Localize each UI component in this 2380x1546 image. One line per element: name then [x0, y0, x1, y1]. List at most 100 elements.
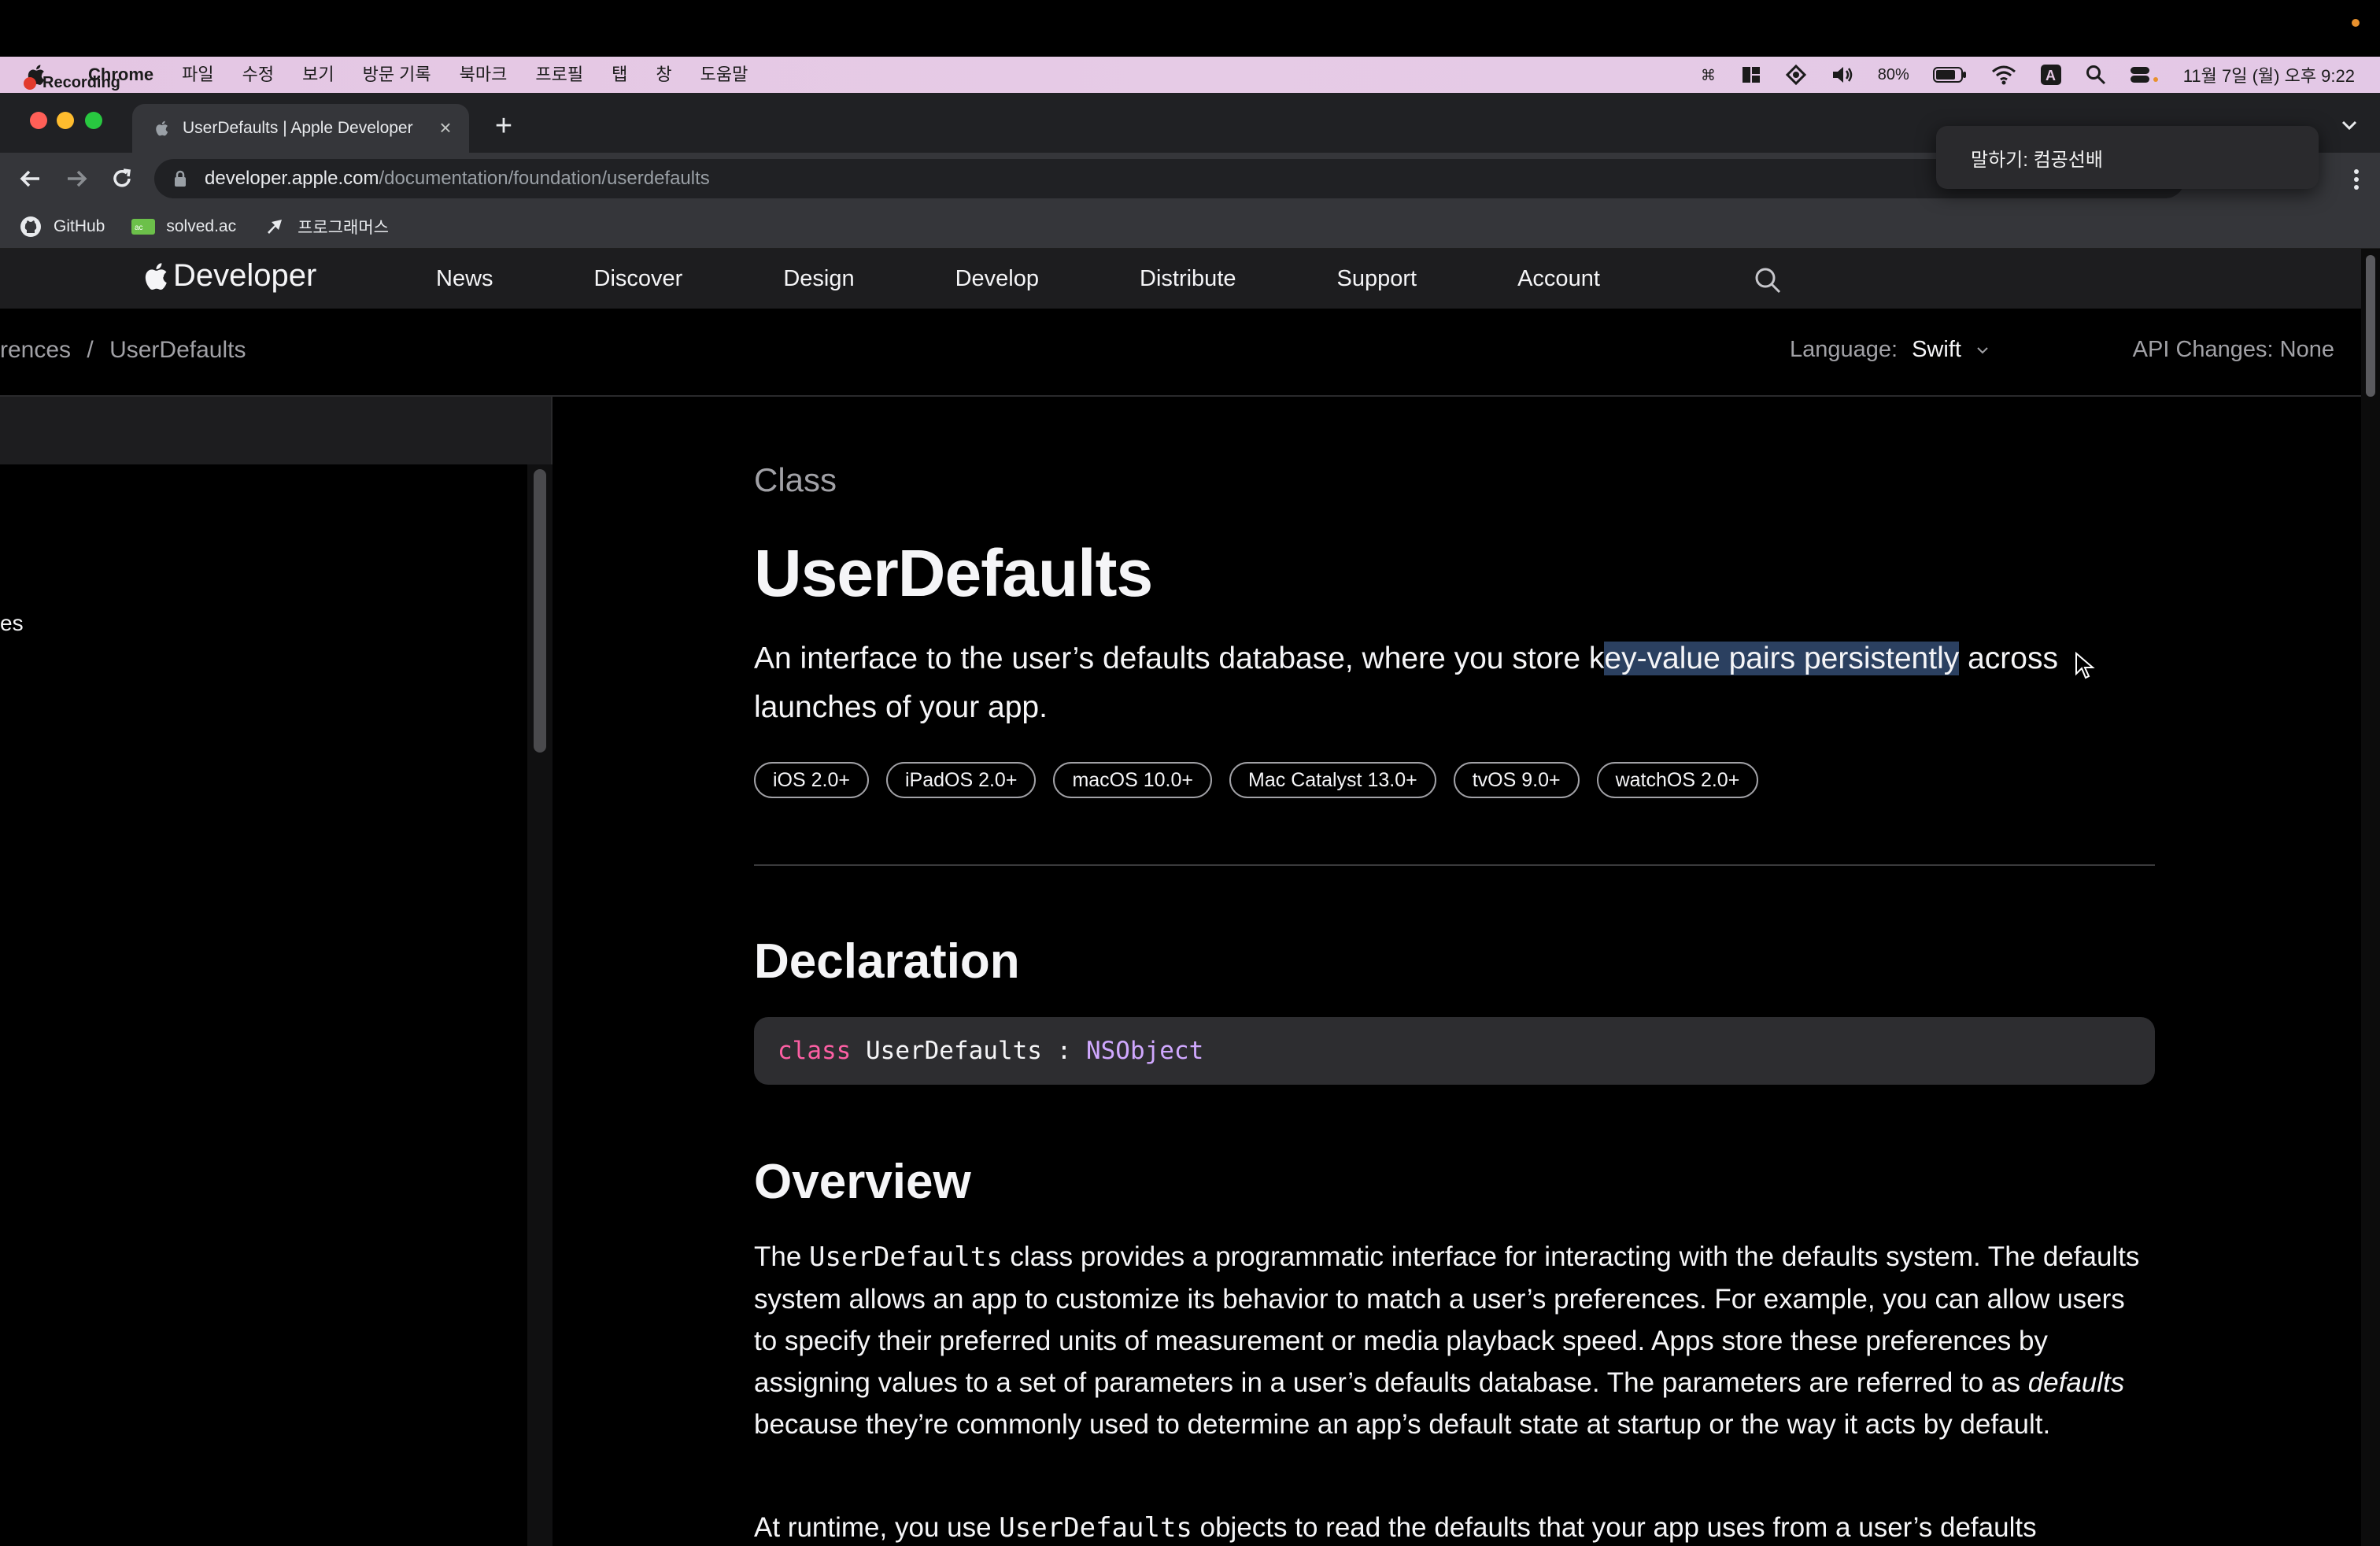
nav-distribute[interactable]: Distribute: [1140, 266, 1236, 292]
url-path: /documentation/foundation/userdefaults: [379, 168, 710, 189]
inline-code: UserDefaults: [999, 1512, 1192, 1544]
developer-global-nav: Developer News Discover Design Develop D…: [0, 249, 2361, 309]
menu-history[interactable]: 방문 기록: [349, 63, 445, 87]
code-superclass-link[interactable]: NSObject: [1086, 1037, 1203, 1065]
window-minimize-button[interactable]: [57, 112, 74, 129]
url-host: developer.apple.com: [205, 168, 379, 189]
platform-badge-tvos: tvOS 9.0+: [1453, 762, 1580, 798]
nav-support[interactable]: Support: [1337, 266, 1417, 292]
spotlight-search-icon[interactable]: [2086, 65, 2106, 85]
apple-favicon-icon: [156, 120, 168, 136]
menu-edit[interactable]: 수정: [228, 63, 288, 87]
bookmark-label: 프로그래머스: [298, 218, 389, 237]
overview-paragraph-1: The UserDefaults class provides a progra…: [754, 1236, 2155, 1445]
window-zoom-button[interactable]: [85, 112, 102, 129]
battery-percent: 80%: [1877, 65, 1909, 83]
emphasis-text: defaults: [2027, 1367, 2125, 1398]
section-divider: [754, 864, 2155, 866]
abstract: An interface to the user’s defaults data…: [754, 634, 2139, 732]
solvedac-icon: ac: [131, 215, 156, 239]
language-value[interactable]: Swift: [1912, 337, 1961, 362]
menu-window[interactable]: 창: [641, 63, 686, 87]
symbol-kind-eyebrow: Class: [754, 461, 837, 498]
nav-design[interactable]: Design: [783, 266, 854, 292]
reload-icon[interactable]: [109, 165, 135, 192]
documentation-local-nav: rences / UserDefaults Language: Swift AP…: [0, 309, 2361, 397]
declaration-code-block: class UserDefaults : NSObject: [754, 1017, 2155, 1085]
text-run: because they’re commonly used to determi…: [754, 1409, 2051, 1440]
platform-availability: iOS 2.0+ iPadOS 2.0+ macOS 10.0+ Mac Cat…: [754, 762, 1759, 798]
inline-code: UserDefaults: [809, 1241, 1003, 1273]
mouse-cursor-icon: [2075, 652, 2095, 679]
abstract-text-before: An interface to the user’s defaults data…: [754, 642, 1605, 675]
developer-brand-link[interactable]: Developer: [142, 258, 316, 294]
bookmark-solvedac[interactable]: ac solved.ac: [131, 215, 236, 239]
site-search-icon[interactable]: [1754, 266, 1782, 294]
abstract-selected-text: ey-value pairs persistently: [1604, 642, 1960, 675]
bookmark-label: solved.ac: [166, 216, 237, 235]
page-scrollbar[interactable]: [2366, 255, 2375, 397]
apple-logo-icon: [145, 262, 167, 290]
sync-app-icon[interactable]: [1785, 64, 1807, 86]
language-label: Language:: [1789, 337, 1898, 362]
documentation-sidebar: es: [0, 397, 552, 1546]
nav-discover[interactable]: Discover: [594, 266, 683, 292]
bookmark-label: GitHub: [54, 216, 105, 235]
sidebar-scrollbar[interactable]: [534, 469, 546, 753]
lock-icon[interactable]: [173, 170, 187, 187]
text-run: At runtime, you use: [754, 1512, 1000, 1543]
bookmark-github[interactable]: GitHub: [19, 215, 105, 239]
volume-icon[interactable]: [1831, 65, 1854, 85]
menu-bar-status-area: ⌘ 80% A 11월 7일 (월) 오후 9:22: [1700, 57, 2355, 93]
text-run: objects to read the defaults that your a…: [1192, 1512, 2037, 1543]
page-title: UserDefaults: [754, 536, 1153, 610]
platform-badge-ios: iOS 2.0+: [754, 762, 869, 798]
brand-label: Developer: [173, 258, 317, 293]
input-method-icon[interactable]: ⌘: [1700, 65, 1717, 84]
language-switcher[interactable]: Language: Swift: [1790, 337, 1990, 363]
bookmark-programmers[interactable]: 프로그래머스: [263, 215, 389, 239]
svg-text:ac: ac: [135, 224, 143, 232]
menu-file[interactable]: 파일: [168, 63, 227, 87]
macos-menu-bar: Recording Chrome 파일 수정 보기 방문 기록 북마크 프로필 …: [0, 57, 2380, 93]
window-layout-icon[interactable]: [1741, 65, 1761, 85]
declaration-heading: Declaration: [754, 934, 1020, 989]
bookmarks-bar: GitHub ac solved.ac 프로그래머스: [0, 205, 2380, 249]
overview-paragraph-2: At runtime, you use UserDefaults objects…: [754, 1507, 2155, 1546]
battery-icon[interactable]: [1932, 66, 1968, 83]
menu-tab[interactable]: 탭: [597, 63, 641, 87]
github-icon: [19, 215, 42, 239]
window-close-button[interactable]: [30, 112, 47, 129]
new-tab-button[interactable]: +: [488, 110, 519, 142]
menu-view[interactable]: 보기: [288, 63, 348, 87]
chevron-down-icon[interactable]: [1975, 346, 1990, 355]
browser-tab-active[interactable]: UserDefaults | Apple Developer ×: [132, 104, 469, 153]
menu-profiles[interactable]: 프로필: [521, 63, 597, 87]
input-source-icon[interactable]: A: [2040, 64, 2062, 86]
control-center-icon[interactable]: [2130, 65, 2160, 85]
forward-arrow-icon[interactable]: [63, 165, 90, 192]
sidebar-list: es: [0, 464, 527, 1546]
address-bar[interactable]: developer.apple.com/documentation/founda…: [154, 159, 2185, 198]
platform-badge-watchos: watchOS 2.0+: [1596, 762, 1759, 798]
menu-app-chrome[interactable]: Chrome: [74, 63, 168, 87]
breadcrumb-parent[interactable]: rences: [0, 337, 71, 363]
tab-search-chevron-icon[interactable]: [2339, 115, 2360, 135]
tab-close-icon[interactable]: ×: [434, 117, 456, 139]
menu-bookmarks[interactable]: 북마크: [445, 63, 522, 87]
platform-badge-ipados: iPadOS 2.0+: [885, 762, 1037, 798]
nav-account[interactable]: Account: [1517, 266, 1600, 292]
sidebar-item[interactable]: es: [0, 611, 24, 636]
svg-text:⌘: ⌘: [1701, 67, 1716, 84]
back-arrow-icon[interactable]: [17, 165, 44, 192]
tab-title: UserDefaults | Apple Developer: [183, 119, 413, 137]
api-changes-toggle[interactable]: API Changes: None: [2133, 337, 2334, 363]
menu-help[interactable]: 도움말: [686, 63, 763, 87]
wifi-icon[interactable]: [1991, 65, 2016, 85]
browser-menu-icon[interactable]: [2352, 167, 2361, 192]
nav-news[interactable]: News: [436, 266, 493, 292]
menu-bar-clock[interactable]: 11월 7일 (월) 오후 9:22: [2183, 62, 2355, 87]
nav-develop[interactable]: Develop: [955, 266, 1039, 292]
recording-dot-icon: [24, 77, 36, 90]
speech-notification-toast: 말하기: 컴공선배: [1936, 126, 2319, 189]
